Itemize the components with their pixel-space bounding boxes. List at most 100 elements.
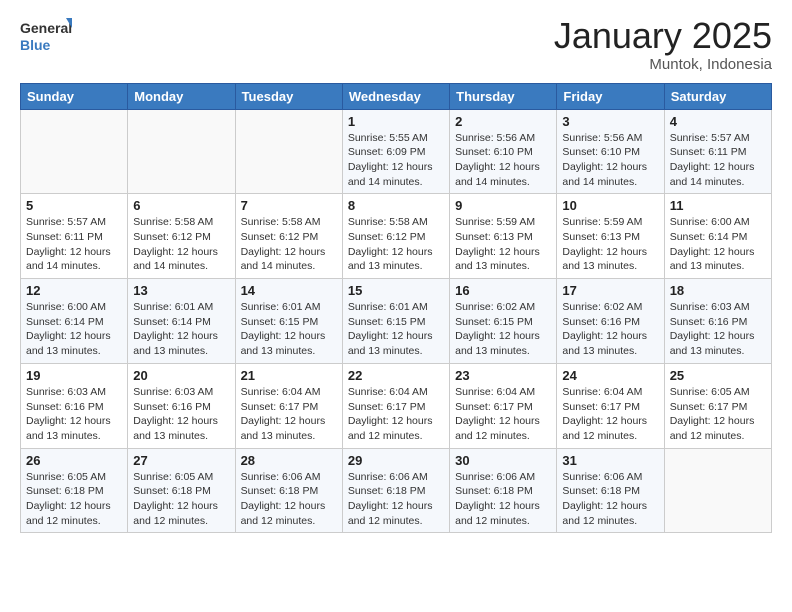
day-number: 5 (26, 198, 122, 213)
cell-week2-day1: 6Sunrise: 5:58 AMSunset: 6:12 PMDaylight… (128, 194, 235, 279)
cell-week4-day3: 22 Sunrise: 6:04 AMSunset: 6:17 PMDayligh… (342, 363, 449, 448)
day-info: Sunrise: 6:05 AMSunset: 6:18 PMDaylight:… (133, 470, 229, 529)
day-info: Sunrise: 6:03 AMSunset: 6:16 PMDaylight:… (133, 385, 229, 444)
day-info: Sunrise: 5:57 AMSunset: 6:11 PMDaylight:… (670, 131, 766, 190)
day-info: Sunrise: 6:04 AMSunset: 6:17 PMDaylight:… (562, 385, 658, 444)
cell-week4-day6: 25 Sunrise: 6:05 AMSunset: 6:17 PMDayligh… (664, 363, 771, 448)
cell-week4-day1: 20 Sunrise: 6:03 AMSunset: 6:16 PMDayligh… (128, 363, 235, 448)
week-row-5: 26 Sunrise: 6:05 AMSunset: 6:18 PMDayligh… (21, 448, 772, 533)
cell-week2-day5: 10 Sunrise: 5:59 AMSunset: 6:13 PMDayligh… (557, 194, 664, 279)
day-number: 23 (455, 368, 551, 383)
day-number: 29 (348, 453, 444, 468)
cell-week3-day0: 12 Sunrise: 6:00 AMSunset: 6:14 PMDayligh… (21, 279, 128, 364)
day-number: 19 (26, 368, 122, 383)
cell-week5-day4: 30Sunrise: 6:06 AMSunset: 6:18 PMDayligh… (450, 448, 557, 533)
cell-week5-day3: 29 Sunrise: 6:06 AMSunset: 6:18 PMDayligh… (342, 448, 449, 533)
day-number: 12 (26, 283, 122, 298)
day-number: 6 (133, 198, 229, 213)
week-row-2: 5 Sunrise: 5:57 AMSunset: 6:11 PMDaylight… (21, 194, 772, 279)
header-thursday: Thursday (450, 83, 557, 109)
svg-text:Blue: Blue (20, 37, 51, 53)
day-number: 31 (562, 453, 658, 468)
day-number: 16 (455, 283, 551, 298)
day-info: Sunrise: 6:05 AMSunset: 6:17 PMDaylight:… (670, 385, 766, 444)
day-info: Sunrise: 6:02 AMSunset: 6:16 PMDaylight:… (562, 300, 658, 359)
cell-week4-day0: 19 Sunrise: 6:03 AMSunset: 6:16 PMDayligh… (21, 363, 128, 448)
cell-week5-day5: 31Sunrise: 6:06 AMSunset: 6:18 PMDayligh… (557, 448, 664, 533)
day-number: 24 (562, 368, 658, 383)
day-number: 30 (455, 453, 551, 468)
day-number: 17 (562, 283, 658, 298)
cell-week3-day1: 13 Sunrise: 6:01 AMSunset: 6:14 PMDayligh… (128, 279, 235, 364)
cell-week4-day2: 21Sunrise: 6:04 AMSunset: 6:17 PMDayligh… (235, 363, 342, 448)
header-sunday: Sunday (21, 83, 128, 109)
cell-week2-day6: 11Sunrise: 6:00 AMSunset: 6:14 PMDayligh… (664, 194, 771, 279)
day-number: 15 (348, 283, 444, 298)
cell-week4-day4: 23 Sunrise: 6:04 AMSunset: 6:17 PMDayligh… (450, 363, 557, 448)
day-number: 7 (241, 198, 337, 213)
calendar-page: General Blue January 2025 Muntok, Indone… (0, 0, 792, 612)
title-block: January 2025 Muntok, Indonesia (554, 16, 772, 73)
day-number: 18 (670, 283, 766, 298)
day-info: Sunrise: 5:58 AMSunset: 6:12 PMDaylight:… (241, 215, 337, 274)
day-number: 25 (670, 368, 766, 383)
header-saturday: Saturday (664, 83, 771, 109)
day-number: 8 (348, 198, 444, 213)
cell-week3-day4: 16Sunrise: 6:02 AMSunset: 6:15 PMDayligh… (450, 279, 557, 364)
header-monday: Monday (128, 83, 235, 109)
cell-week1-day3: 1Sunrise: 5:55 AMSunset: 6:09 PMDaylight… (342, 109, 449, 194)
day-number: 27 (133, 453, 229, 468)
header-wednesday: Wednesday (342, 83, 449, 109)
svg-text:General: General (20, 20, 72, 36)
day-info: Sunrise: 6:01 AMSunset: 6:15 PMDaylight:… (348, 300, 444, 359)
week-row-3: 12 Sunrise: 6:00 AMSunset: 6:14 PMDayligh… (21, 279, 772, 364)
day-info: Sunrise: 6:00 AMSunset: 6:14 PMDaylight:… (26, 300, 122, 359)
cell-week5-day2: 28Sunrise: 6:06 AMSunset: 6:18 PMDayligh… (235, 448, 342, 533)
cell-week2-day3: 8 Sunrise: 5:58 AMSunset: 6:12 PMDaylight… (342, 194, 449, 279)
day-info: Sunrise: 5:57 AMSunset: 6:11 PMDaylight:… (26, 215, 122, 274)
day-info: Sunrise: 6:01 AMSunset: 6:15 PMDaylight:… (241, 300, 337, 359)
cell-week5-day6 (664, 448, 771, 533)
day-info: Sunrise: 6:05 AMSunset: 6:18 PMDaylight:… (26, 470, 122, 529)
day-number: 26 (26, 453, 122, 468)
day-number: 10 (562, 198, 658, 213)
calendar-header-row: SundayMondayTuesdayWednesdayThursdayFrid… (21, 83, 772, 109)
cell-week3-day5: 17 Sunrise: 6:02 AMSunset: 6:16 PMDayligh… (557, 279, 664, 364)
cell-week4-day5: 24 Sunrise: 6:04 AMSunset: 6:17 PMDayligh… (557, 363, 664, 448)
day-info: Sunrise: 6:06 AMSunset: 6:18 PMDaylight:… (348, 470, 444, 529)
cell-week2-day4: 9Sunrise: 5:59 AMSunset: 6:13 PMDaylight… (450, 194, 557, 279)
day-info: Sunrise: 5:56 AMSunset: 6:10 PMDaylight:… (562, 131, 658, 190)
day-number: 1 (348, 114, 444, 129)
cell-week2-day0: 5 Sunrise: 5:57 AMSunset: 6:11 PMDaylight… (21, 194, 128, 279)
day-info: Sunrise: 5:59 AMSunset: 6:13 PMDaylight:… (562, 215, 658, 274)
day-number: 2 (455, 114, 551, 129)
day-info: Sunrise: 6:04 AMSunset: 6:17 PMDaylight:… (455, 385, 551, 444)
day-number: 20 (133, 368, 229, 383)
location: Muntok, Indonesia (554, 56, 772, 73)
day-info: Sunrise: 6:03 AMSunset: 6:16 PMDaylight:… (670, 300, 766, 359)
cell-week1-day2 (235, 109, 342, 194)
header-tuesday: Tuesday (235, 83, 342, 109)
header-friday: Friday (557, 83, 664, 109)
cell-week1-day0 (21, 109, 128, 194)
cell-week1-day5: 3 Sunrise: 5:56 AMSunset: 6:10 PMDaylight… (557, 109, 664, 194)
day-number: 3 (562, 114, 658, 129)
cell-week5-day1: 27 Sunrise: 6:05 AMSunset: 6:18 PMDayligh… (128, 448, 235, 533)
day-info: Sunrise: 6:03 AMSunset: 6:16 PMDaylight:… (26, 385, 122, 444)
day-number: 4 (670, 114, 766, 129)
header: General Blue January 2025 Muntok, Indone… (20, 16, 772, 73)
day-info: Sunrise: 6:00 AMSunset: 6:14 PMDaylight:… (670, 215, 766, 274)
day-number: 22 (348, 368, 444, 383)
day-info: Sunrise: 6:01 AMSunset: 6:14 PMDaylight:… (133, 300, 229, 359)
week-row-4: 19 Sunrise: 6:03 AMSunset: 6:16 PMDayligh… (21, 363, 772, 448)
day-info: Sunrise: 5:58 AMSunset: 6:12 PMDaylight:… (348, 215, 444, 274)
day-info: Sunrise: 6:04 AMSunset: 6:17 PMDaylight:… (348, 385, 444, 444)
day-number: 21 (241, 368, 337, 383)
cell-week3-day6: 18 Sunrise: 6:03 AMSunset: 6:16 PMDayligh… (664, 279, 771, 364)
cell-week1-day4: 2Sunrise: 5:56 AMSunset: 6:10 PMDaylight… (450, 109, 557, 194)
day-number: 14 (241, 283, 337, 298)
day-number: 28 (241, 453, 337, 468)
day-number: 13 (133, 283, 229, 298)
calendar-table: SundayMondayTuesdayWednesdayThursdayFrid… (20, 83, 772, 534)
cell-week3-day3: 15 Sunrise: 6:01 AMSunset: 6:15 PMDayligh… (342, 279, 449, 364)
